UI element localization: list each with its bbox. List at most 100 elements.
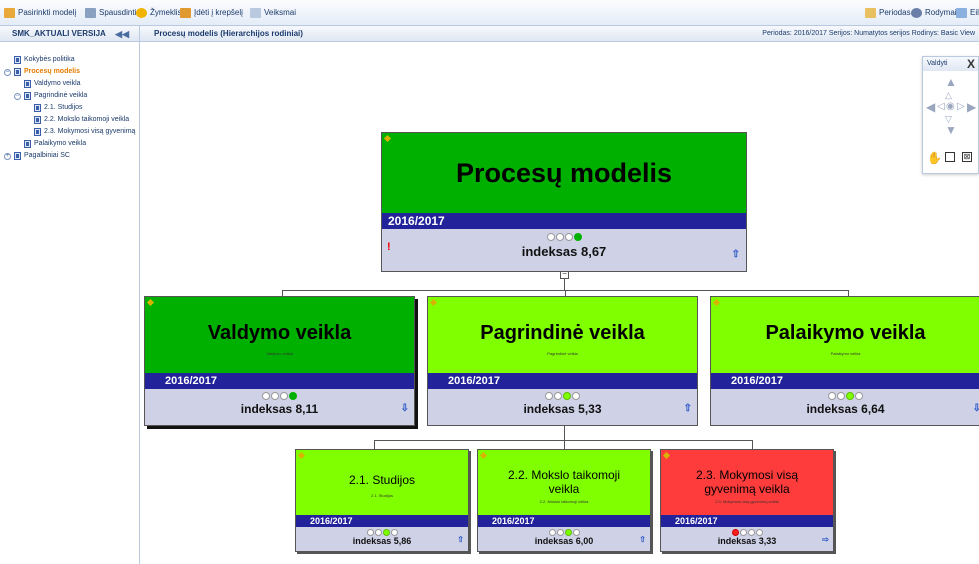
arrow-up-icon[interactable]: ⇧ [457,535,464,544]
node-index: indeksas 8,67 [521,244,607,259]
status-dots [296,529,468,536]
status-dot [572,529,580,536]
node-title: Valdymo veikla [207,322,352,344]
node-index: indeksas 3,33 [717,536,777,546]
arrow-down-icon[interactable]: ⇩ [401,403,409,414]
node-index: indeksas 8,11 [240,402,319,416]
status-dot [556,529,564,536]
connector-line [564,440,565,449]
zoom-icon[interactable]: ⊠ [962,152,972,162]
node-pagrindine-veikla[interactable]: Pagrindinė veikla Pagrindinė veikla 2016… [427,296,698,426]
step-right-icon[interactable]: ▷ [957,101,965,112]
alert-icon: ! [387,241,391,253]
node-year: 2016/2017 [382,213,746,229]
tree-item-mokymosi[interactable]: 2.3. Mokymosi visą gyvenimą [34,127,135,137]
fit-icon[interactable] [945,152,955,162]
node-studijos[interactable]: 2.1. Studijos 2.1. Studijos 2016/2017 in… [295,449,469,552]
status-dot [564,529,572,536]
tree-item-pagalbiniai-sc[interactable]: + Pagalbiniai SC [4,151,70,161]
view-icon [911,8,922,18]
pan-up-icon[interactable]: ▲ [945,75,957,89]
node-year: 2016/2017 [145,373,414,389]
collapse-node-icon[interactable]: − [14,92,21,100]
add-to-basket-button[interactable]: Įdėti į krepšelį [180,7,243,19]
calendar-icon [865,8,876,18]
node-year: 2016/2017 [296,515,468,527]
control-panel: Valdyti X ▲ △ ◀ ◁ ◉ ▷ ▶ ▽ ▼ ✋ ⊠ [922,56,979,174]
status-dot [271,392,279,400]
status-dot [280,392,288,400]
status-dot [739,529,747,536]
document-icon [34,128,41,136]
pan-down-icon[interactable]: ▼ [945,123,957,137]
hierarchy-canvas: − Procesų modelis 2016/2017 indeksas 8,6… [141,42,979,564]
node-index: indeksas 6,00 [534,536,594,546]
node-footer: indeksas 3,33 [661,527,833,551]
bookmark-button[interactable]: Žymeklis [136,7,182,19]
collapse-node-icon[interactable]: − [4,68,11,76]
tree-item-pagrindine-veikla[interactable]: − Pagrindinė veikla [14,91,87,101]
arrow-down-icon[interactable]: ⇩ [973,403,979,414]
document-icon [34,116,41,124]
node-year: 2016/2017 [428,373,697,389]
node-footer: indeksas 6,64 [711,389,979,425]
center-icon[interactable]: ◉ [946,101,955,112]
splitter-handle[interactable]: ⋮ [137,362,139,382]
node-year: 2016/2017 [478,515,650,527]
close-icon[interactable]: X [967,57,975,71]
document-icon [24,92,31,100]
node-mokslo-taikomoji-veikla[interactable]: 2.2. Mokslo taikomoji veikla 2.2. Mokslo… [477,449,651,552]
arrow-right-icon[interactable]: ⇨ [822,535,829,544]
actions-icon [250,8,261,18]
sidebar-title: SMK_AKTUALI VERSIJA [12,29,106,38]
pan-left-icon[interactable]: ◀ [926,100,935,114]
series-button[interactable]: Eile [956,7,979,19]
pan-right-icon[interactable]: ▶ [967,100,976,114]
main-header: Procesų modelis (Hierarchijos rodiniai) … [140,26,979,42]
print-button[interactable]: Spausdinti [85,7,136,19]
arrow-up-icon[interactable]: ⇧ [732,249,740,260]
arrow-up-icon[interactable]: ⇧ [639,535,646,544]
status-dot [382,529,390,536]
node-mokymosi-visa-gyvenima-veikla[interactable]: 2.3. Mokymosi visą gyvenimą veikla 2.3. … [660,449,834,552]
arrow-up-icon[interactable]: ⇧ [684,403,692,414]
status-dot [366,529,374,536]
node-index: indeksas 5,86 [352,536,412,546]
tree-item-studijos[interactable]: 2.1. Studijos [34,103,83,113]
tree-item-kokybes-politika[interactable]: Kokybės politika [14,55,75,65]
period-button[interactable]: Periodas [865,7,911,19]
zoom-in-small-icon[interactable]: △ [945,90,952,101]
toolbar: Pasirinkti modelį Spausdinti Žymeklis Įd… [0,0,979,26]
node-index: indeksas 5,33 [523,402,602,416]
tree-item-valdymo-veikla[interactable]: Valdymo veikla [24,79,81,89]
node-footer: indeksas 5,86 [296,527,468,551]
status-dot [548,529,556,536]
expand-node-icon[interactable]: + [4,152,11,160]
actions-button[interactable]: Veiksmai [250,7,296,19]
views-button[interactable]: Rodymai [911,7,957,19]
node-valdymo-veikla[interactable]: Valdymo veikla Valdymo veikla 2016/2017 … [144,296,415,426]
status-dot [390,529,398,536]
hand-icon[interactable]: ✋ [927,151,942,165]
node-procesu-modelis[interactable]: Procesų modelis 2016/2017 indeksas 8,67 … [381,132,747,272]
node-subtitle: 2.1. Studijos [370,493,393,498]
sidebar-header: SMK_AKTUALI VERSIJA ◀◀ [0,26,140,42]
select-model-button[interactable]: Pasirinkti modelį [4,7,76,19]
connector-line [752,440,753,449]
status-dot [855,392,863,400]
step-left-icon[interactable]: ◁ [937,101,945,112]
node-title: Pagrindinė veikla [480,322,645,344]
tree-item-procesu-modelis[interactable]: − Procesų modelis [4,67,80,77]
document-icon [24,80,31,88]
collapse-sidebar-icon[interactable]: ◀◀ [115,26,129,41]
tree-item-palaikymo-veikla[interactable]: Palaikymo veikla [24,139,86,149]
folder-icon [4,8,15,18]
node-footer: indeksas 8,67 [382,229,746,271]
status-dot [262,392,270,400]
node-palaikymo-veikla[interactable]: Palaikymo veikla Palaikymo veikla 2016/2… [710,296,979,426]
status-dots [428,392,697,400]
document-icon [14,68,21,76]
node-subtitle: 2.3. Mokymosi visą gyvenimą veikla [715,498,779,504]
tree-item-mokslo[interactable]: 2.2. Mokslo taikomoji veikla [34,115,129,125]
status-dot [374,529,382,536]
